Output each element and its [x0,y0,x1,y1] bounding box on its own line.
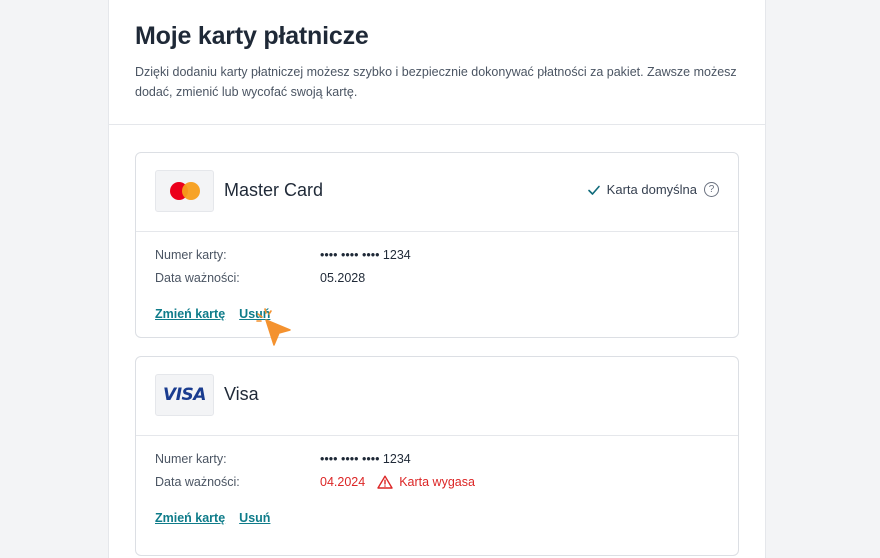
payment-cards-panel: Moje karty płatnicze Dzięki dodaniu kart… [108,0,766,558]
card-number-value: •••• •••• •••• 1234 [320,451,411,466]
header-divider [109,124,765,125]
warning-triangle-icon [377,475,393,489]
card-visa: VISA Visa Numer karty: •••• •••• •••• 12… [135,356,739,556]
card-number-label: Numer karty: [155,247,227,262]
card-header: Master Card Karta domyślna ? [136,153,738,232]
card-actions: Zmień kartę Usuń [136,493,738,525]
card-number-value: •••• •••• •••• 1234 [320,247,411,262]
visa-logo-text: VISA [163,385,206,405]
default-card-label: Karta domyślna [606,182,697,197]
card-name: Master Card [224,180,324,200]
page-header: Moje karty płatnicze Dzięki dodaniu kart… [109,0,765,102]
help-circle-icon[interactable]: ? [704,182,719,197]
card-mastercard: Master Card Karta domyślna ? Numer karty… [135,152,739,338]
card-expiry-status: 04.2024 Karta wygasa [320,475,475,489]
mastercard-logo-icon [169,182,200,200]
card-expiry-warning: Karta wygasa [399,474,475,489]
card-number-row: Numer karty: •••• •••• •••• 1234 [155,243,719,266]
card-expiry-value: 05.2028 [320,270,366,285]
card-header: VISA Visa [136,357,738,436]
check-icon [587,185,600,195]
change-card-link[interactable]: Zmień kartę [155,307,225,321]
card-expiry-label: Data ważności: [155,474,240,489]
mouse-pointer-icon [256,308,291,346]
page-title: Moje karty płatnicze [135,22,369,50]
card-number-label: Numer karty: [155,451,227,466]
visa-logo: VISA [155,374,214,416]
card-number-row: Numer karty: •••• •••• •••• 1234 [155,447,719,470]
card-name: Visa [224,384,259,404]
card-expiry-row: Data ważności: 04.2024 Karta wygasa [155,470,719,493]
card-actions: Zmień kartę Usuń [136,289,738,321]
change-card-link[interactable]: Zmień kartę [155,511,225,525]
page-description: Dzięki dodaniu karty płatniczej możesz s… [135,65,737,99]
card-expiry-label: Data ważności: [155,270,240,285]
mastercard-logo [155,170,214,212]
remove-card-link[interactable]: Usuń [239,511,270,525]
card-details: Numer karty: •••• •••• •••• 1234 Data wa… [136,232,738,289]
default-card-indicator: Karta domyślna ? [587,182,719,197]
card-expiry-row: Data ważności: 05.2028 [155,266,719,289]
card-details: Numer karty: •••• •••• •••• 1234 Data wa… [136,436,738,493]
card-expiry-value: 04.2024 [320,474,366,489]
